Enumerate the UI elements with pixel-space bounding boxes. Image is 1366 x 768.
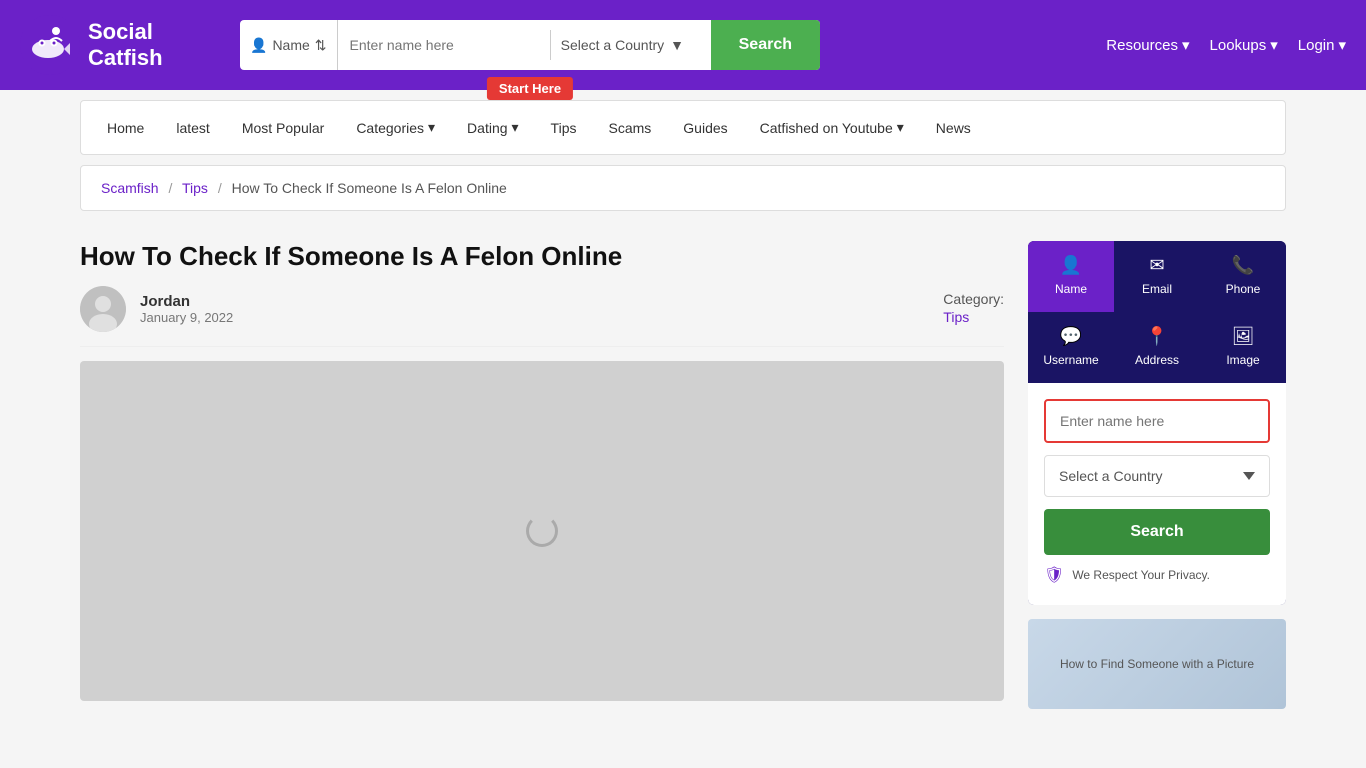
chevron-down-icon: ▾ xyxy=(897,119,904,136)
sort-icon: ⇅ xyxy=(315,37,327,54)
nav-guides[interactable]: Guides xyxy=(667,101,743,154)
tab-email[interactable]: ✉ Email xyxy=(1114,241,1200,312)
breadcrumb-current: How To Check If Someone Is A Felon Onlin… xyxy=(232,180,507,196)
username-icon: 💬 xyxy=(1060,326,1082,347)
sidebar-ad-image: How to Find Someone with a Picture xyxy=(1028,619,1286,709)
author-name: Jordan xyxy=(140,293,233,310)
logo-text: Social Catfish xyxy=(88,19,163,72)
breadcrumb: Scamfish / Tips / How To Check If Someon… xyxy=(80,165,1286,211)
secondary-nav: Home latest Most Popular Categories ▾ Da… xyxy=(80,100,1286,155)
nav-scams[interactable]: Scams xyxy=(592,101,667,154)
main-layout: How To Check If Someone Is A Felon Onlin… xyxy=(80,221,1286,709)
breadcrumb-tips[interactable]: Tips xyxy=(182,180,208,196)
search-tabs: 👤 Name ✉ Email 📞 Phone 💬 Username 📍 xyxy=(1028,241,1286,383)
header-nav-lookups[interactable]: Lookups ▾ xyxy=(1210,36,1278,54)
sidebar: 👤 Name ✉ Email 📞 Phone 💬 Username 📍 xyxy=(1028,221,1286,709)
tab-image[interactable]: 🖼 Image xyxy=(1200,312,1286,383)
tab-username-label: Username xyxy=(1043,353,1098,367)
email-icon: ✉ xyxy=(1149,255,1164,276)
breadcrumb-sep-2: / xyxy=(218,180,222,196)
sidebar-name-input[interactable] xyxy=(1044,399,1270,443)
sidebar-country-select[interactable]: Select a Country xyxy=(1044,455,1270,497)
nav-most-popular[interactable]: Most Popular xyxy=(226,101,340,154)
tab-email-label: Email xyxy=(1142,282,1172,296)
category-label: Category: xyxy=(943,291,1004,307)
tab-phone[interactable]: 📞 Phone xyxy=(1200,241,1286,312)
header-name-input[interactable] xyxy=(338,20,550,70)
header-nav-login[interactable]: Login ▾ xyxy=(1298,36,1346,54)
article-area: How To Check If Someone Is A Felon Onlin… xyxy=(80,221,1004,701)
category-link[interactable]: Tips xyxy=(943,309,969,325)
nav-latest[interactable]: latest xyxy=(160,101,225,154)
chevron-down-icon: ▼ xyxy=(670,37,684,53)
article-meta: Jordan January 9, 2022 Category: Tips xyxy=(80,286,1004,347)
privacy-text: We Respect Your Privacy. xyxy=(1072,568,1210,582)
person-icon: 👤 xyxy=(250,37,267,54)
logo[interactable]: Social Catfish xyxy=(20,15,220,75)
article-title: How To Check If Someone Is A Felon Onlin… xyxy=(80,241,1004,272)
phone-icon: 📞 xyxy=(1232,255,1254,276)
author-avatar xyxy=(80,286,126,332)
tab-name[interactable]: 👤 Name xyxy=(1028,241,1114,312)
start-here-badge: Start Here xyxy=(487,77,573,100)
tab-address-label: Address xyxy=(1135,353,1179,367)
breadcrumb-scamfish[interactable]: Scamfish xyxy=(101,180,159,196)
sidebar-search-button[interactable]: Search xyxy=(1044,509,1270,555)
header-country-selector[interactable]: Select a Country ▼ xyxy=(551,20,711,70)
breadcrumb-sep-1: / xyxy=(168,180,172,196)
person-icon: 👤 xyxy=(1060,255,1082,276)
sidebar-search-card: 👤 Name ✉ Email 📞 Phone 💬 Username 📍 xyxy=(1028,241,1286,605)
logo-icon xyxy=(20,15,80,75)
search-type-label: Name xyxy=(272,37,309,53)
chevron-down-icon: ▾ xyxy=(512,119,519,136)
privacy-note: 🛡 We Respect Your Privacy. xyxy=(1044,565,1270,589)
article-image xyxy=(80,361,1004,701)
tab-phone-label: Phone xyxy=(1226,282,1261,296)
author-date: January 9, 2022 xyxy=(140,310,233,325)
nav-categories[interactable]: Categories ▾ xyxy=(340,101,451,154)
header-nav: Resources ▾ Lookups ▾ Login ▾ xyxy=(1106,36,1346,54)
category-area: Category: Tips xyxy=(943,291,1004,327)
login-label: Login xyxy=(1298,37,1335,54)
avatar-image xyxy=(80,286,126,332)
chevron-down-icon: ▾ xyxy=(1338,36,1346,54)
header-search-bar: 👤 Name ⇅ Select a Country ▼ Search Start… xyxy=(240,20,820,70)
tab-username[interactable]: 💬 Username xyxy=(1028,312,1114,383)
tab-name-label: Name xyxy=(1055,282,1087,296)
nav-catfished-youtube[interactable]: Catfished on Youtube ▾ xyxy=(744,101,920,154)
lookups-label: Lookups xyxy=(1210,37,1267,54)
image-icon: 🖼 xyxy=(1232,326,1255,347)
shield-icon: 🛡 xyxy=(1044,565,1064,585)
nav-home[interactable]: Home xyxy=(91,101,160,154)
address-icon: 📍 xyxy=(1146,326,1168,347)
chevron-down-icon: ▾ xyxy=(1182,36,1190,54)
loading-spinner xyxy=(526,515,558,547)
search-type-selector[interactable]: 👤 Name ⇅ xyxy=(240,20,338,70)
nav-news[interactable]: News xyxy=(920,101,987,154)
nav-dating[interactable]: Dating ▾ xyxy=(451,101,535,154)
sidebar-form: Select a Country Search 🛡 We Respect You… xyxy=(1028,383,1286,605)
tab-address[interactable]: 📍 Address xyxy=(1114,312,1200,383)
header-search-button[interactable]: Search xyxy=(711,20,820,70)
resources-label: Resources xyxy=(1106,37,1178,54)
header: Social Catfish 👤 Name ⇅ Select a Country… xyxy=(0,0,1366,90)
chevron-down-icon: ▾ xyxy=(428,119,435,136)
author-info: Jordan January 9, 2022 xyxy=(140,293,233,325)
tab-image-label: Image xyxy=(1226,353,1259,367)
header-nav-resources[interactable]: Resources ▾ xyxy=(1106,36,1189,54)
chevron-down-icon: ▾ xyxy=(1270,36,1278,54)
nav-tips[interactable]: Tips xyxy=(535,101,593,154)
country-label: Select a Country xyxy=(561,37,665,53)
sidebar-ad[interactable]: How to Find Someone with a Picture xyxy=(1028,619,1286,709)
